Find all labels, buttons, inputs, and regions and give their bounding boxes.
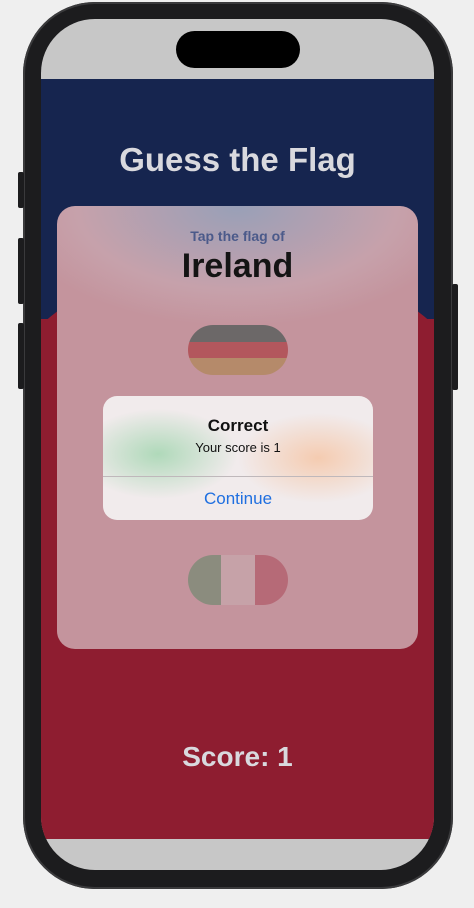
flag-button-germany[interactable]	[188, 325, 288, 375]
power-button	[452, 284, 458, 390]
alert-title: Correct	[207, 416, 269, 435]
action-button	[18, 172, 24, 208]
alert-message: Your score is 1	[195, 440, 281, 455]
page-title: Guess the Flag	[119, 141, 356, 178]
country-name: Ireland	[181, 247, 294, 285]
app-screen: Guess the Flag Tap the flag of Ireland C…	[41, 19, 434, 870]
flag-button-ireland[interactable]	[188, 555, 288, 605]
score-label: Score: 1	[182, 741, 293, 772]
volume-up-button	[18, 238, 24, 304]
result-alert: Correct Your score is 1 Continue	[103, 396, 373, 520]
continue-button[interactable]: Continue	[103, 477, 373, 520]
prompt-label: Tap the flag of	[190, 228, 285, 244]
dynamic-island	[176, 31, 300, 68]
volume-down-button	[18, 323, 24, 389]
